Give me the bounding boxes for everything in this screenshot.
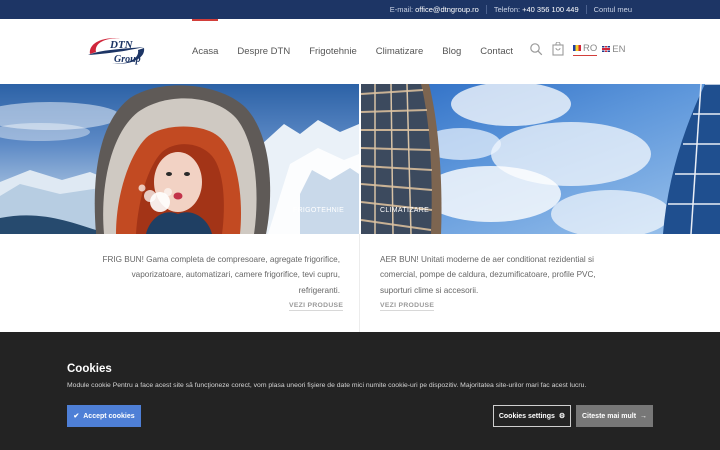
arrow-right-icon: → (640, 412, 648, 420)
dtn-group-logo[interactable]: DTN Group (86, 34, 148, 68)
cookie-text: Module cookie Pentru a face acest site s… (67, 382, 587, 389)
phone-link[interactable]: +40 356 100 449 (522, 5, 579, 14)
read-more-label: Citeste mai mult (581, 412, 637, 420)
cookie-title: Cookies (67, 363, 112, 375)
hero-label-frigotehnie: FRIGOTEHNIE (293, 207, 345, 214)
hero-frigotehnie[interactable]: FRIGOTEHNIE (0, 84, 359, 234)
read-more-button[interactable]: Citeste mai mult → (576, 405, 653, 427)
cookies-settings-button[interactable]: Cookies settings ⚙ (493, 405, 571, 427)
main-nav: Acasa Despre DTN Frigotehnie Climatizare… (192, 19, 532, 84)
header-tools: RO EN (529, 42, 630, 56)
nav-item-climatizare[interactable]: Climatizare (376, 46, 424, 57)
lang-ro-label: RO (583, 42, 598, 54)
column-divider (359, 234, 360, 332)
lang-en[interactable]: EN (602, 44, 625, 55)
cookies-settings-label: Cookies settings (498, 412, 555, 420)
gear-icon: ⚙ (558, 413, 566, 420)
cookie-banner: Cookies Module cookie Pentru a face aces… (0, 332, 720, 450)
lang-ro[interactable]: RO (573, 42, 598, 56)
top-bar-contacts: E-mail: office@dtngroup.ro Telefon: +40 … (390, 0, 632, 19)
email-label: E-mail: (389, 5, 414, 14)
nav-item-acasa[interactable]: Acasa (192, 19, 219, 57)
site-header: DTN Group Acasa Despre DTN Frigotehnie C… (0, 19, 720, 84)
divider (585, 5, 587, 14)
accept-cookies-label: Accept cookies (83, 412, 135, 420)
checkmark-icon: ✔ (73, 413, 80, 420)
nav-item-blog[interactable]: Blog (442, 46, 461, 57)
accept-cookies-button[interactable]: ✔ Accept cookies (67, 405, 141, 427)
nav-item-contact[interactable]: Contact (480, 46, 513, 57)
hero-label-climatizare: CLIMATIZARE (380, 207, 430, 214)
email-link[interactable]: office@dtngroup.ro (415, 5, 479, 14)
nav-item-frigotehnie[interactable]: Frigotehnie (309, 46, 357, 57)
uk-flag-icon (602, 46, 611, 52)
lang-en-label: EN (612, 43, 626, 55)
search-icon[interactable] (529, 42, 543, 56)
top-bar: E-mail: office@dtngroup.ro Telefon: +40 … (0, 0, 720, 19)
romania-flag-icon (573, 45, 581, 51)
frigotehnie-description: FRIG BUN! Gama completa de compresoare, … (102, 255, 340, 295)
nav-item-despre-dtn[interactable]: Despre DTN (237, 46, 290, 57)
vezi-produse-climatizare-link[interactable]: VEZI PRODUSE (380, 302, 435, 311)
cart-icon[interactable] (551, 42, 565, 56)
account-link[interactable]: Contul meu (594, 5, 632, 14)
hero-climatizare[interactable]: CLIMATIZARE (361, 84, 720, 234)
vezi-produse-frigotehnie-link[interactable]: VEZI PRODUSE (289, 302, 344, 311)
climatizare-description: AER BUN! Unitati moderne de aer conditio… (380, 255, 596, 295)
phone-label: Telefon: (493, 5, 521, 14)
logo-line1: DTN (109, 39, 134, 51)
logo-line2: Group (114, 54, 141, 65)
divider (485, 5, 487, 14)
